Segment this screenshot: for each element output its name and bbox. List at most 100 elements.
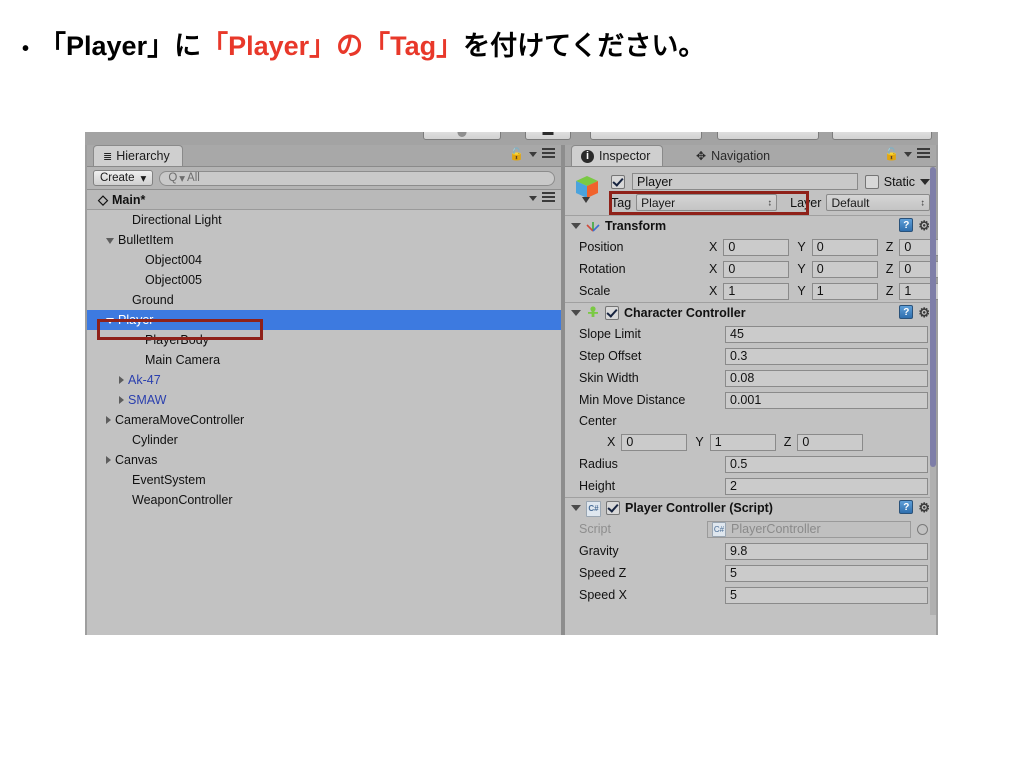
toolbar-button-5[interactable] xyxy=(832,132,932,140)
component-enabled-checkbox[interactable] xyxy=(605,306,619,320)
chevron-down-icon[interactable] xyxy=(529,195,537,201)
component-expand-icon[interactable] xyxy=(571,223,581,229)
component-list: Transform? ⚙ Position X 0 Y 0 Z 0 Rotation X 0 Y 0 Z 0 S… xyxy=(565,215,938,606)
axis-input-x[interactable]: 0 xyxy=(723,260,790,278)
property-value-input[interactable]: 0.001 xyxy=(725,391,928,409)
hierarchy-item-ground[interactable]: Ground xyxy=(87,290,561,310)
property-value-input[interactable]: 5 xyxy=(725,564,928,582)
property-value-input[interactable]: 9.8 xyxy=(725,542,928,560)
scene-root-row[interactable]: ◇ Main* xyxy=(87,190,561,210)
gear-icon[interactable]: ⚙ xyxy=(918,501,930,514)
hierarchy-item-playerbody[interactable]: PlayerBody xyxy=(87,330,561,350)
help-icon[interactable]: ? xyxy=(899,305,914,319)
tag-value: Player xyxy=(641,195,676,210)
help-icon[interactable]: ? xyxy=(899,218,914,232)
tab-inspector[interactable]: i Inspector xyxy=(571,145,664,166)
hierarchy-item-bulletitem[interactable]: BulletItem xyxy=(87,230,561,250)
component-expand-icon[interactable] xyxy=(571,505,581,511)
scene-menu[interactable] xyxy=(529,192,555,204)
heading-text-part2: を付けてください。 xyxy=(463,31,706,61)
layer-dropdown[interactable]: Default ↕ xyxy=(826,194,930,211)
hierarchy-panel: ≣ Hierarchy 🔓 Create ▾ Q ▾ All ◇ Main* D… xyxy=(87,145,561,635)
property-label: Scale xyxy=(579,284,611,298)
property-value-input[interactable]: 5 xyxy=(725,586,928,604)
hierarchy-item-cameramovecontroller[interactable]: CameraMoveController xyxy=(87,410,561,430)
component-transform: Transform? ⚙ Position X 0 Y 0 Z 0 Rotation X 0 Y 0 Z 0 S… xyxy=(565,215,938,302)
gameobject-enabled-checkbox[interactable] xyxy=(611,174,625,189)
hierarchy-item-object004[interactable]: Object004 xyxy=(87,250,561,270)
hierarchy-item-ak-47[interactable]: Ak-47 xyxy=(87,370,561,390)
component-header[interactable]: Transform? ⚙ xyxy=(565,216,936,236)
axis-label-z: Z xyxy=(885,262,894,276)
axis-input-y[interactable]: 1 xyxy=(709,433,776,451)
component-header[interactable]: Character Controller? ⚙ xyxy=(565,303,936,323)
axis-input-x[interactable]: 0 xyxy=(723,238,790,256)
hierarchy-item-smaw[interactable]: SMAW xyxy=(87,390,561,410)
component-tools: ? ⚙ xyxy=(899,305,930,319)
toolbar-button-4[interactable] xyxy=(717,132,819,140)
chevron-down-icon[interactable] xyxy=(920,178,930,185)
gear-icon[interactable]: ⚙ xyxy=(918,306,930,319)
expand-toggle-icon[interactable] xyxy=(106,456,111,464)
expand-toggle-icon[interactable] xyxy=(106,238,114,244)
hierarchy-item-label: Object005 xyxy=(145,273,202,287)
component-expand-icon[interactable] xyxy=(571,310,581,316)
axis-input-y[interactable]: 1 xyxy=(811,282,878,300)
hierarchy-item-label: Ground xyxy=(132,293,174,307)
static-control[interactable]: Static xyxy=(864,174,930,189)
tab-hierarchy[interactable]: ≣ Hierarchy xyxy=(93,145,183,166)
chevron-down-icon[interactable] xyxy=(529,151,537,157)
gameobject-name-input[interactable]: Player xyxy=(632,173,858,190)
object-picker-icon[interactable] xyxy=(917,523,928,535)
hierarchy-item-weaponcontroller[interactable]: WeaponController xyxy=(87,490,561,510)
property-value-input[interactable]: 0.08 xyxy=(725,369,928,387)
chevron-down-icon[interactable] xyxy=(904,151,912,157)
toolbar-button-1[interactable] xyxy=(423,132,501,140)
static-checkbox[interactable] xyxy=(864,174,879,189)
toolbar-button-3[interactable] xyxy=(590,132,702,140)
hierarchy-item-eventsystem[interactable]: EventSystem xyxy=(87,470,561,490)
property-value-input[interactable]: 0.3 xyxy=(725,347,928,365)
component-enabled-checkbox[interactable] xyxy=(606,501,620,515)
toolbar-button-2[interactable] xyxy=(525,132,571,140)
script-object-field[interactable]: C# PlayerController xyxy=(707,520,911,538)
property-value-input[interactable]: 0.5 xyxy=(725,455,928,473)
hierarchy-item-object005[interactable]: Object005 xyxy=(87,270,561,290)
hierarchy-item-main-camera[interactable]: Main Camera xyxy=(87,350,561,370)
create-button[interactable]: Create ▾ xyxy=(93,170,154,186)
expand-toggle-icon[interactable] xyxy=(106,416,111,424)
hierarchy-item-canvas[interactable]: Canvas xyxy=(87,450,561,470)
expand-toggle-icon[interactable] xyxy=(119,376,124,384)
scene-name-label: Main* xyxy=(112,192,146,207)
hierarchy-search-input[interactable]: Q ▾ All xyxy=(159,170,555,186)
lock-icon[interactable]: 🔓 xyxy=(884,148,899,160)
lock-icon[interactable]: 🔓 xyxy=(509,148,524,160)
property-value-input[interactable]: 2 xyxy=(725,477,928,495)
hamburger-menu-icon[interactable] xyxy=(917,148,930,160)
axis-input-x[interactable]: 0 xyxy=(621,433,688,451)
axis-input-x[interactable]: 1 xyxy=(723,282,790,300)
axis-input-y[interactable]: 0 xyxy=(811,238,878,256)
hamburger-menu-icon[interactable] xyxy=(542,148,555,160)
inspector-scrollbar[interactable] xyxy=(930,167,936,615)
tab-navigation[interactable]: ✥ Navigation xyxy=(687,145,782,166)
expand-toggle-icon[interactable] xyxy=(119,396,124,404)
help-icon[interactable]: ? xyxy=(899,500,914,514)
tag-dropdown[interactable]: Player ↕ xyxy=(636,194,778,211)
inspector-scrollbar-thumb[interactable] xyxy=(930,167,936,467)
center-label: Center xyxy=(579,414,617,428)
hierarchy-item-cylinder[interactable]: Cylinder xyxy=(87,430,561,450)
editor-toolbar-strip xyxy=(85,132,938,145)
axis-input-z[interactable]: 0 xyxy=(797,433,864,451)
axis-label-x: X xyxy=(709,240,718,254)
hamburger-menu-icon[interactable] xyxy=(542,192,555,204)
gameobject-header: Player Static Tag Player ↕ Layer Default… xyxy=(565,167,936,215)
hierarchy-item-player[interactable]: Player xyxy=(87,310,561,330)
property-value-input[interactable]: 45 xyxy=(725,325,928,343)
component-header[interactable]: C# Player Controller (Script)? ⚙ xyxy=(565,498,936,518)
axis-input-y[interactable]: 0 xyxy=(811,260,878,278)
expand-toggle-icon[interactable] xyxy=(106,318,114,324)
hierarchy-item-directional-light[interactable]: Directional Light xyxy=(87,210,561,230)
gear-icon[interactable]: ⚙ xyxy=(918,219,930,232)
hierarchy-item-label: Cylinder xyxy=(132,433,178,447)
